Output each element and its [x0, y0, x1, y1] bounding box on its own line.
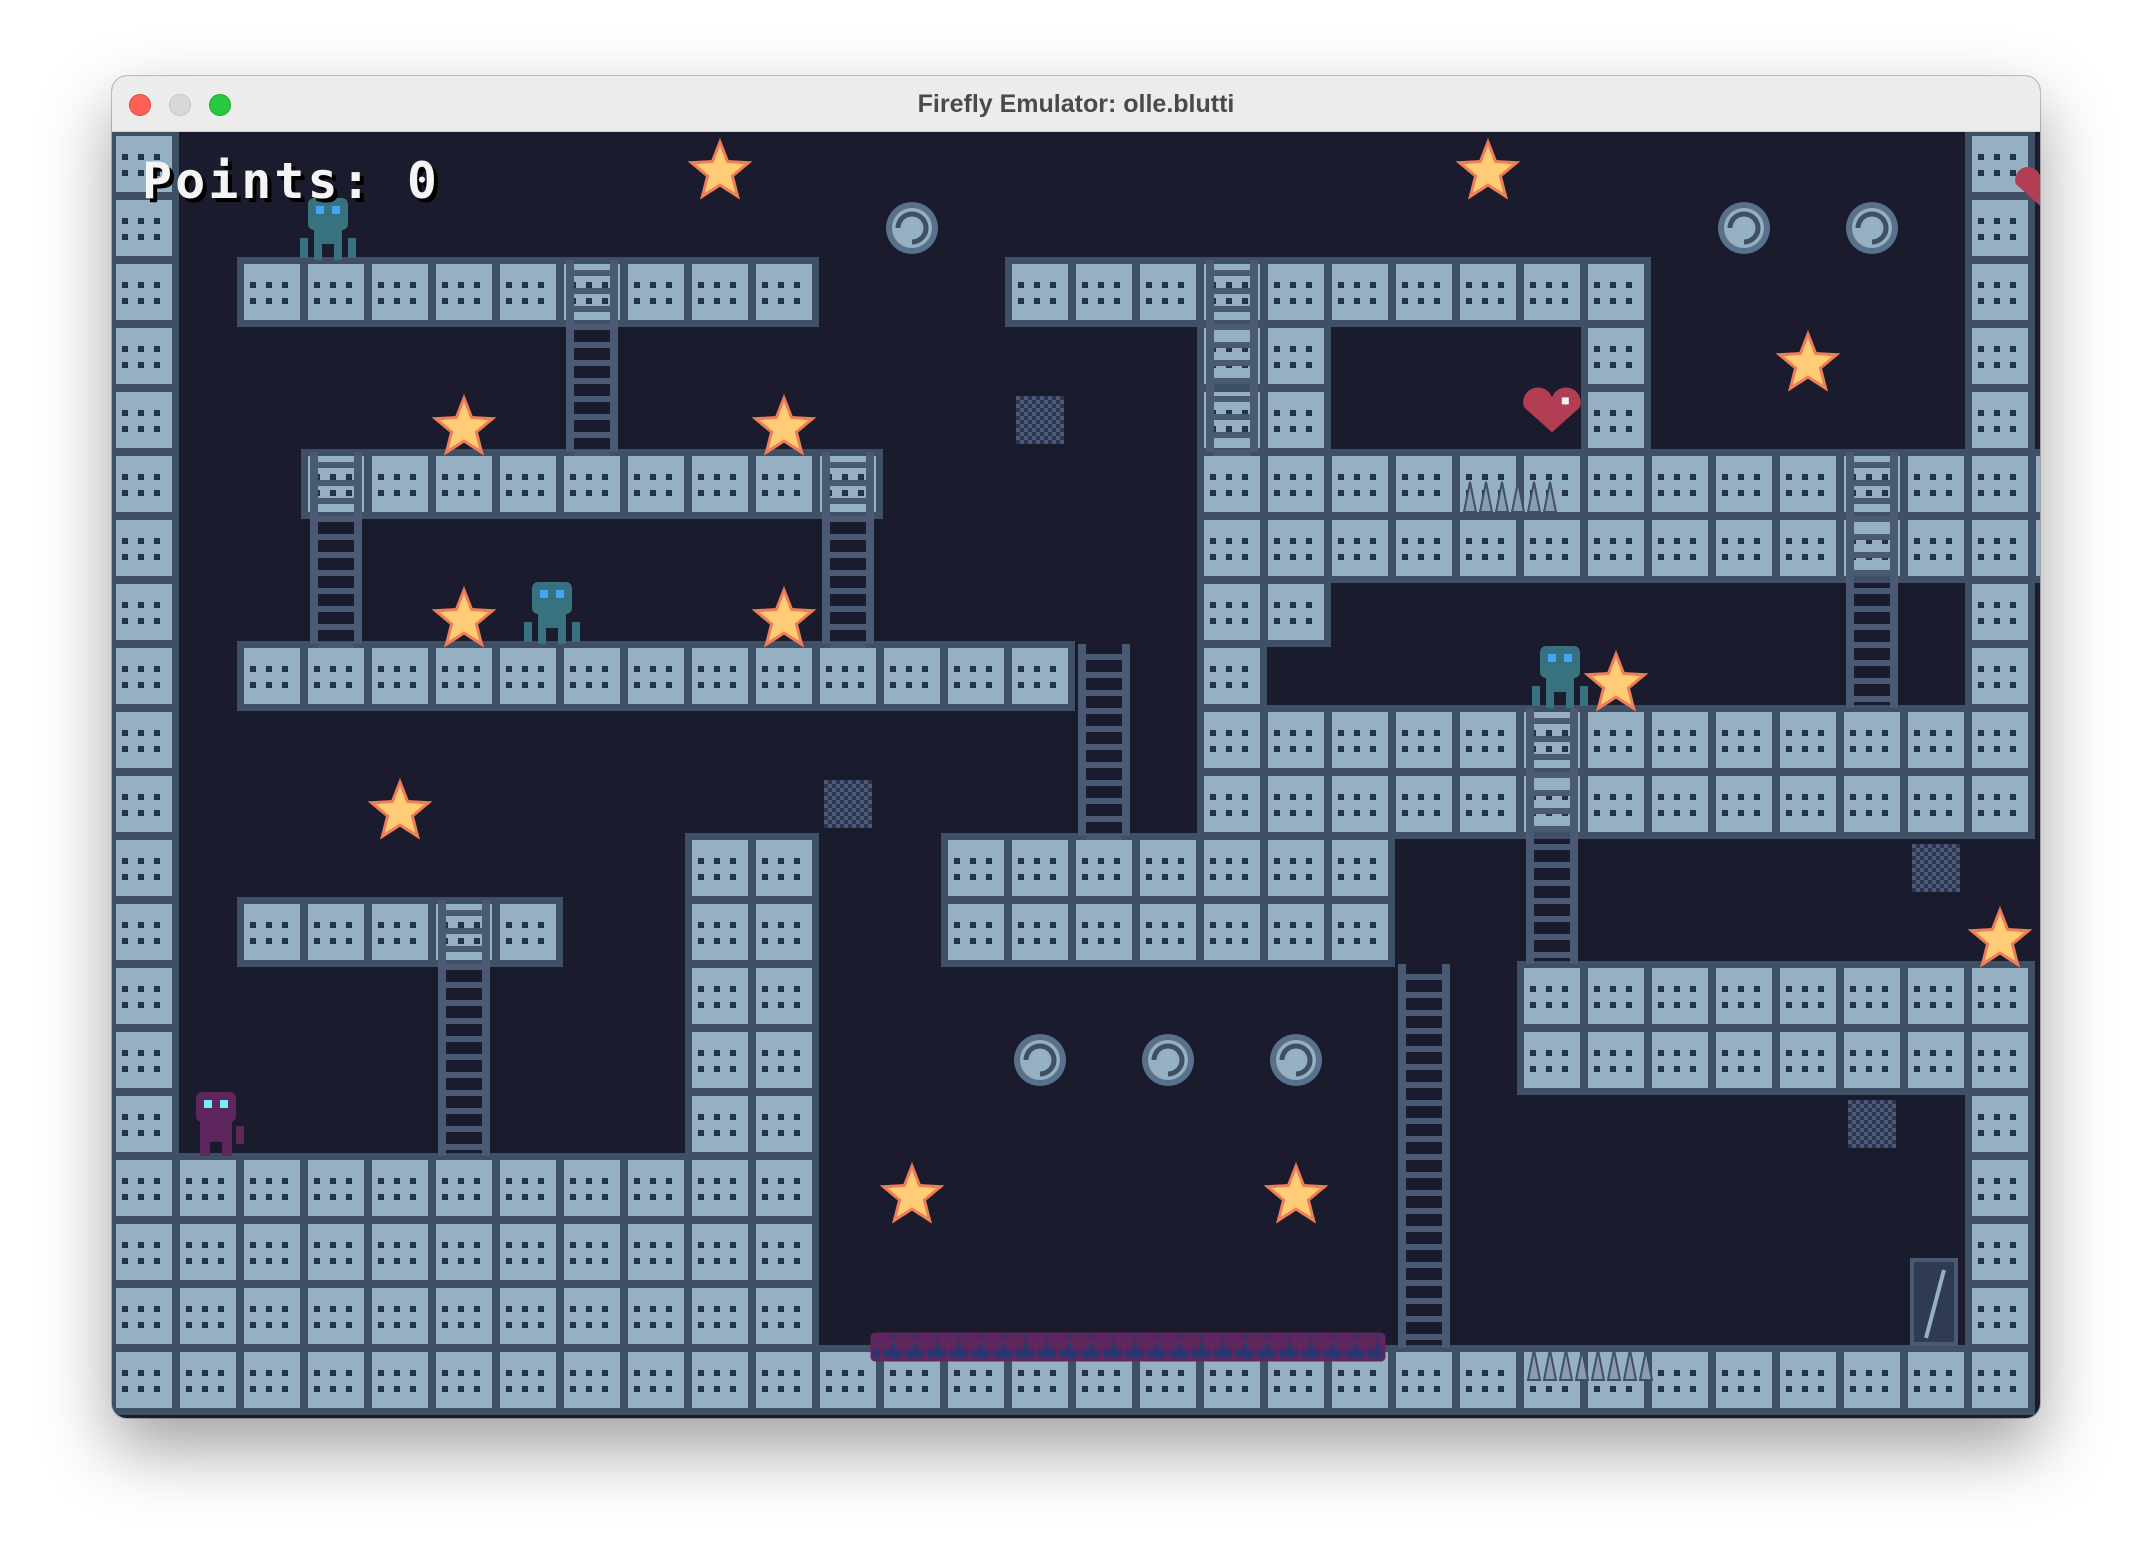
- swirl-orb: [1142, 1034, 1194, 1086]
- points-counter: Points: 0: [142, 152, 440, 210]
- title-bar: Firefly Emulator: olle.blutti: [112, 76, 2040, 132]
- wall-block: [944, 836, 1392, 964]
- wall-block: [240, 900, 560, 964]
- star-coin: [879, 1161, 945, 1224]
- star-coin: [1455, 137, 1521, 200]
- star-coin: [431, 393, 497, 456]
- breakable-block: [1912, 844, 1960, 892]
- star-coin: [431, 585, 497, 648]
- swirl-orb: [1718, 202, 1770, 254]
- wall-block: [304, 452, 880, 516]
- ladder: [566, 260, 618, 456]
- swirl-orb: [1270, 1034, 1322, 1086]
- breakable-block: [824, 780, 872, 828]
- player-character: [196, 1092, 244, 1156]
- star-coin: [367, 777, 433, 840]
- star-coin: [1775, 329, 1841, 392]
- ladder: [822, 452, 874, 648]
- breakable-block: [1016, 396, 1064, 444]
- crawler-enemy: [524, 582, 580, 644]
- emulator-window: Firefly Emulator: olle.blutti Points: 0: [112, 76, 2040, 1418]
- heart-icon: [2015, 167, 2040, 206]
- ladder: [1078, 644, 1130, 840]
- wall-block: [240, 260, 816, 324]
- ladder: [310, 452, 362, 648]
- walls: [112, 132, 2040, 1415]
- star-coin: [687, 137, 753, 200]
- star-coin: [1967, 905, 2033, 968]
- heart-pickup: [1523, 387, 1581, 433]
- star-coin: [751, 393, 817, 456]
- exit-door: [1910, 1258, 1958, 1346]
- star-coin: [751, 585, 817, 648]
- ladder: [1398, 964, 1450, 1348]
- wall-block: [112, 1156, 816, 1412]
- wall-block: [1264, 452, 2040, 580]
- level-map: [112, 132, 2040, 1415]
- game-screen[interactable]: Points: 0: [112, 132, 2040, 1418]
- star-coin: [1583, 649, 1649, 712]
- electric-floor-hazard: [870, 1332, 1386, 1362]
- breakable-block: [1848, 1100, 1896, 1148]
- wall-block: [1520, 964, 2032, 1092]
- crawler-enemy: [1532, 646, 1588, 708]
- heart-shape: [2015, 167, 2040, 206]
- wall-block: [1200, 708, 2032, 836]
- window-title: Firefly Emulator: olle.blutti: [917, 90, 1235, 118]
- swirl-orb: [886, 202, 938, 254]
- wall-block: [240, 644, 1072, 708]
- swirl-orb: [1014, 1034, 1066, 1086]
- star-coin: [1263, 1161, 1329, 1224]
- wall-block: [1968, 1092, 2032, 1412]
- wall-block: [1008, 260, 1648, 324]
- swirl-orb: [1846, 202, 1898, 254]
